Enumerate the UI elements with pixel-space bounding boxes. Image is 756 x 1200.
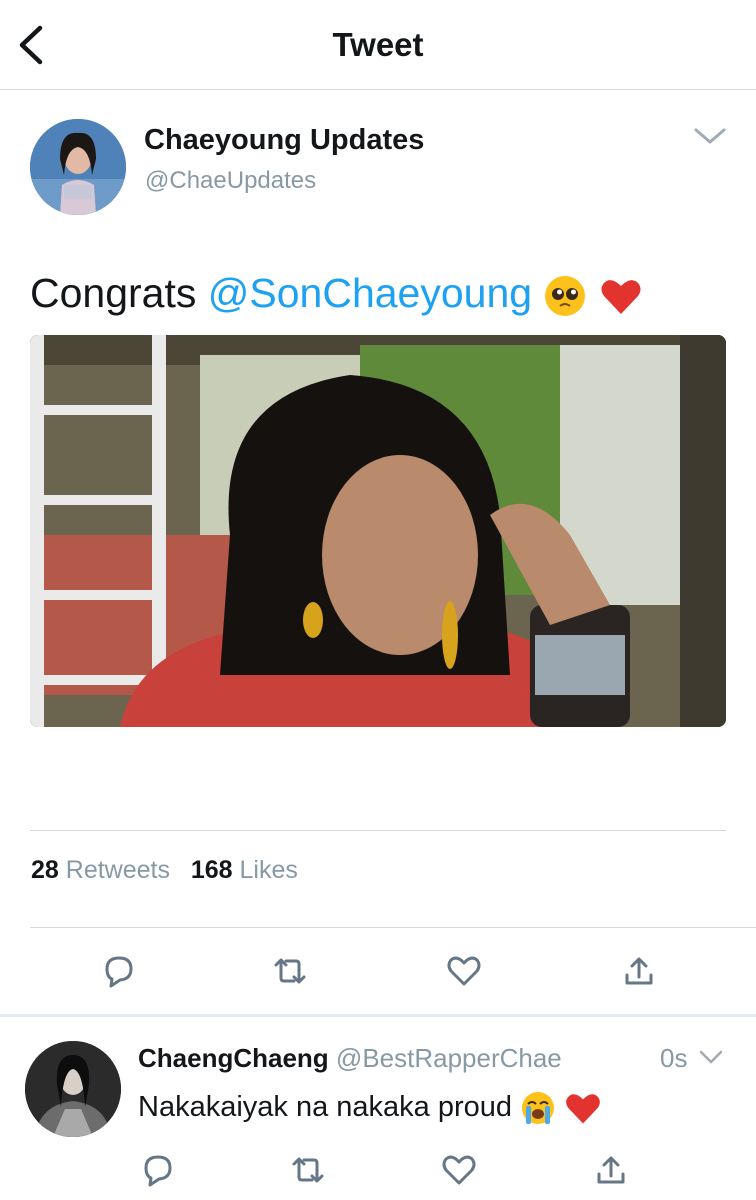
author-handle[interactable]: @ChaeUpdates (145, 167, 316, 195)
author-name[interactable]: Chaeyoung Updates (144, 124, 424, 157)
engagement-counts: 28 Retweets 168 Likes (31, 856, 298, 885)
avatar[interactable] (30, 119, 126, 215)
retweet-icon[interactable] (270, 951, 310, 991)
reply-text: Nakakaiyak na nakaka proud (138, 1087, 602, 1127)
avatar[interactable] (25, 1041, 121, 1137)
nav-bar: Tweet (0, 0, 756, 90)
reply-author-name[interactable]: ChaengChaeng (138, 1043, 329, 1073)
like-icon[interactable] (439, 1150, 479, 1190)
divider (30, 927, 756, 928)
reply-text-body: Nakakaiyak na nakaka proud (138, 1091, 513, 1123)
reply-icon[interactable] (138, 1150, 178, 1190)
reply-author-handle[interactable]: @BestRapperChae (336, 1043, 562, 1073)
reply-icon[interactable] (99, 951, 139, 991)
red-heart-emoji (601, 280, 641, 315)
likes-label[interactable]: Likes (240, 856, 298, 884)
retweet-count[interactable]: 28 (31, 856, 59, 884)
share-icon[interactable] (591, 1150, 631, 1190)
red-heart-emoji (566, 1094, 600, 1124)
like-count[interactable]: 168 (191, 856, 233, 884)
pleading-face-emoji (545, 276, 586, 317)
reply-timestamp: 0s (660, 1043, 688, 1073)
reply-author: ChaengChaeng @BestRapperChae (138, 1043, 562, 1074)
chevron-down-icon[interactable] (692, 124, 728, 148)
chevron-down-icon[interactable] (698, 1048, 724, 1066)
retweets-label[interactable]: Retweets (66, 856, 170, 884)
share-icon[interactable] (619, 951, 659, 991)
divider (30, 830, 726, 831)
page-title: Tweet (332, 26, 424, 63)
mention-link[interactable]: @SonChaeyoung (208, 270, 532, 316)
like-icon[interactable] (444, 951, 484, 991)
tweet-text: Congrats @SonChaeyoung (30, 268, 643, 318)
tweet-text-body: Congrats (30, 270, 208, 316)
section-divider (0, 1014, 756, 1017)
retweet-icon[interactable] (288, 1150, 328, 1190)
loudly-crying-face-emoji (522, 1092, 555, 1125)
tweet-photo[interactable] (30, 335, 726, 727)
